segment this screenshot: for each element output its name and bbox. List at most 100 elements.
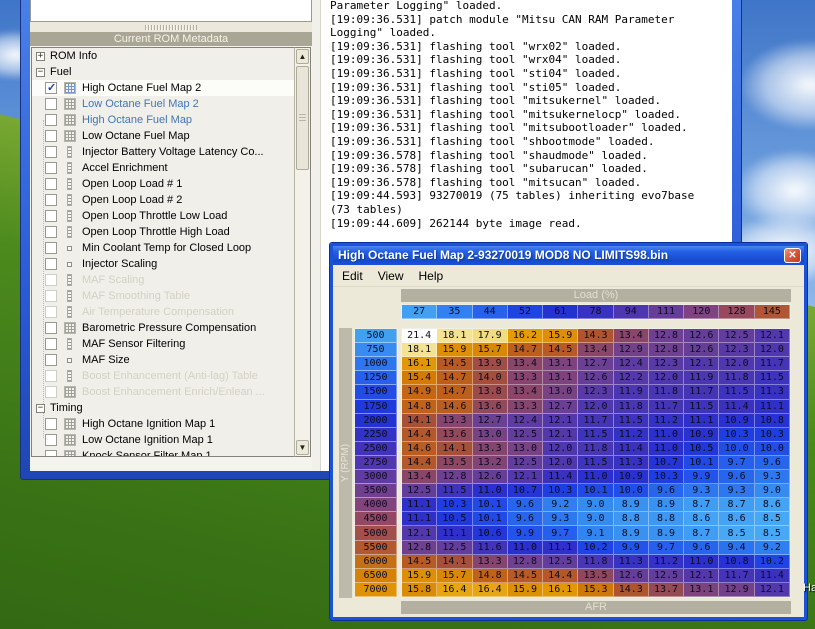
afr-cell[interactable]: 16.1: [543, 583, 578, 597]
afr-cell[interactable]: 9.6: [649, 484, 684, 498]
afr-cell[interactable]: 14.3: [578, 329, 613, 343]
rpm-header-cell[interactable]: 2250: [355, 428, 397, 442]
tree-item-checkbox[interactable]: [45, 450, 57, 457]
tree-item-checkbox[interactable]: [45, 322, 57, 334]
tree-item-checkbox[interactable]: [45, 146, 57, 158]
tree-item-checkbox[interactable]: [45, 274, 57, 286]
afr-cell[interactable]: 13.4: [508, 385, 543, 399]
afr-cell[interactable]: 10.3: [543, 484, 578, 498]
afr-cell[interactable]: 13.0: [473, 428, 508, 442]
afr-cell[interactable]: 11.1: [755, 400, 790, 414]
afr-cell[interactable]: 11.5: [578, 456, 613, 470]
tree-item-checkbox[interactable]: [45, 178, 57, 190]
afr-cell[interactable]: 18.1: [402, 343, 437, 357]
afr-cell[interactable]: 14.5: [508, 569, 543, 583]
afr-cell[interactable]: 15.7: [473, 343, 508, 357]
afr-cell[interactable]: 12.8: [402, 541, 437, 555]
afr-cell[interactable]: 12.5: [649, 569, 684, 583]
map-window-titlebar[interactable]: High Octane Fuel Map 2-93270019 MOD8 NO …: [333, 246, 804, 265]
afr-cell[interactable]: 11.0: [684, 555, 719, 569]
tree-item-high-octane-fuel-map-2[interactable]: High Octane Fuel Map 2: [32, 80, 310, 96]
scrollbar-thumb[interactable]: [296, 66, 309, 170]
tree-item-low-octane-fuel-map-2[interactable]: Low Octane Fuel Map 2: [32, 96, 310, 112]
afr-cell[interactable]: 14.5: [543, 343, 578, 357]
afr-cell[interactable]: 17.9: [473, 329, 508, 343]
afr-cell[interactable]: 16.1: [402, 357, 437, 371]
afr-cell[interactable]: 11.0: [649, 428, 684, 442]
tree-item-barometric-pressure-compensation[interactable]: Barometric Pressure Compensation: [32, 320, 310, 336]
afr-cell[interactable]: 9.3: [755, 470, 790, 484]
panel-splitter[interactable]: [312, 0, 320, 471]
afr-cell[interactable]: 14.5: [402, 555, 437, 569]
tree-item-checkbox[interactable]: [45, 162, 57, 174]
rpm-header-cell[interactable]: 4500: [355, 512, 397, 526]
afr-cell[interactable]: 12.0: [543, 442, 578, 456]
tree-item-open-loop-load-2[interactable]: Open Loop Load # 2: [32, 192, 310, 208]
afr-cell[interactable]: 14.1: [437, 442, 472, 456]
load-header-cell[interactable]: 120: [684, 305, 719, 319]
afr-cell[interactable]: 9.3: [684, 484, 719, 498]
afr-cell[interactable]: 11.5: [684, 400, 719, 414]
afr-cell[interactable]: 14.6: [402, 442, 437, 456]
afr-cell[interactable]: 14.6: [437, 400, 472, 414]
close-icon[interactable]: ✕: [784, 248, 801, 263]
afr-cell[interactable]: 12.0: [543, 456, 578, 470]
tree-item-accel-enrichment[interactable]: Accel Enrichment: [32, 160, 310, 176]
afr-cell[interactable]: 14.0: [473, 371, 508, 385]
afr-cell[interactable]: 12.1: [402, 526, 437, 540]
afr-cell[interactable]: 13.4: [508, 357, 543, 371]
afr-cell[interactable]: 8.6: [755, 498, 790, 512]
afr-cell[interactable]: 12.0: [649, 371, 684, 385]
tree-item-checkbox[interactable]: [45, 210, 57, 222]
load-header-cell[interactable]: 27: [402, 305, 437, 319]
afr-cell[interactable]: 12.7: [473, 414, 508, 428]
afr-cell[interactable]: 8.9: [614, 498, 649, 512]
afr-cell[interactable]: 8.8: [649, 512, 684, 526]
afr-cell[interactable]: 14.4: [402, 428, 437, 442]
afr-cell[interactable]: 9.0: [578, 498, 613, 512]
afr-cell[interactable]: 15.3: [578, 583, 613, 597]
afr-cell[interactable]: 10.2: [578, 541, 613, 555]
scroll-down-button[interactable]: ▼: [296, 440, 309, 455]
afr-cell[interactable]: 11.4: [543, 470, 578, 484]
afr-cell[interactable]: 11.8: [614, 400, 649, 414]
afr-cell[interactable]: 12.5: [402, 484, 437, 498]
afr-cell[interactable]: 11.1: [543, 541, 578, 555]
afr-cell[interactable]: 12.1: [755, 329, 790, 343]
tree-item-checkbox[interactable]: [45, 242, 57, 254]
afr-cell[interactable]: 12.1: [508, 470, 543, 484]
afr-cell[interactable]: 9.6: [684, 541, 719, 555]
afr-cell[interactable]: 11.1: [402, 498, 437, 512]
afr-cell[interactable]: 14.7: [437, 385, 472, 399]
afr-cell[interactable]: 11.9: [684, 371, 719, 385]
tree-item-high-octane-ignition-map-1[interactable]: High Octane Ignition Map 1: [32, 416, 310, 432]
afr-cell[interactable]: 12.3: [719, 343, 754, 357]
afr-cell[interactable]: 12.3: [649, 357, 684, 371]
afr-cell[interactable]: 10.6: [473, 526, 508, 540]
load-header-cell[interactable]: 44: [473, 305, 508, 319]
afr-cell[interactable]: 11.3: [755, 385, 790, 399]
afr-cell[interactable]: 12.8: [508, 555, 543, 569]
rpm-header-cell[interactable]: 1250: [355, 371, 397, 385]
rpm-header-cell[interactable]: 3500: [355, 484, 397, 498]
afr-cell[interactable]: 12.9: [614, 343, 649, 357]
afr-cell[interactable]: 13.4: [614, 329, 649, 343]
afr-cell[interactable]: 9.9: [614, 541, 649, 555]
afr-cell[interactable]: 13.1: [684, 583, 719, 597]
tree-item-checkbox[interactable]: [45, 386, 57, 398]
tree-item-maf-sensor-filtering[interactable]: MAF Sensor Filtering: [32, 336, 310, 352]
tree-item-maf-size[interactable]: MAF Size: [32, 352, 310, 368]
afr-cell[interactable]: 14.9: [402, 385, 437, 399]
rpm-header-cell[interactable]: 1000: [355, 357, 397, 371]
afr-cell[interactable]: 10.8: [719, 555, 754, 569]
afr-cell[interactable]: 11.9: [614, 385, 649, 399]
afr-cell[interactable]: 11.5: [578, 428, 613, 442]
afr-cell[interactable]: 10.7: [649, 456, 684, 470]
afr-cell[interactable]: 11.1: [684, 414, 719, 428]
menu-edit[interactable]: Edit: [342, 269, 363, 283]
afr-cell[interactable]: 11.5: [719, 385, 754, 399]
rpm-header-cell[interactable]: 500: [355, 329, 397, 343]
afr-cell[interactable]: 13.0: [543, 385, 578, 399]
afr-cell[interactable]: 11.3: [614, 555, 649, 569]
tree-item-checkbox[interactable]: [45, 226, 57, 238]
